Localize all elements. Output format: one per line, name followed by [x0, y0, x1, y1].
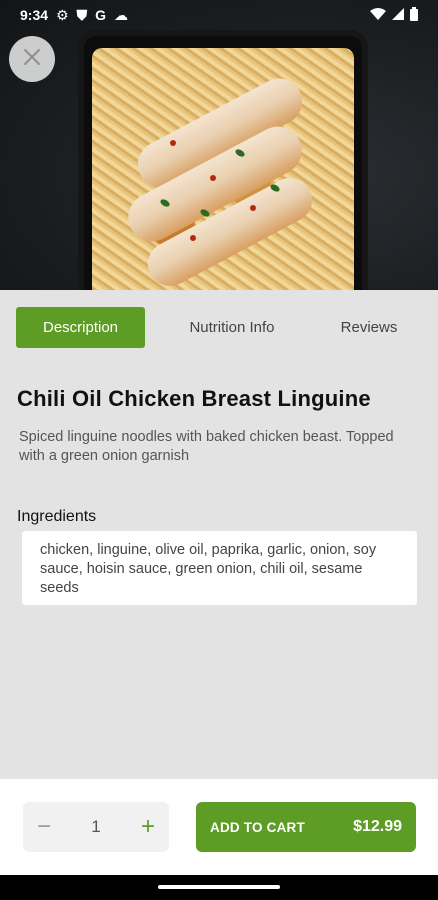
chili-flake	[190, 235, 196, 241]
system-nav-bar	[0, 875, 438, 900]
chili-flake	[210, 175, 216, 181]
tab-description[interactable]: Description	[16, 306, 145, 348]
quantity-stepper: − 1 +	[23, 802, 169, 852]
tab-label: Description	[42, 318, 119, 336]
meal-title: Chili Oil Chicken Breast Linguine	[17, 386, 371, 411]
ingredients-label: Ingredients	[17, 508, 97, 525]
status-bar: 9:34 ⚙ ⛊ G ☁	[0, 0, 438, 30]
ingredients-list: chicken, linguine, olive oil, paprika, g…	[22, 531, 417, 605]
status-time: 9:34	[20, 7, 49, 23]
close-icon	[23, 48, 41, 70]
tab-label: Reviews	[340, 318, 398, 336]
cloud-icon: ☁	[113, 6, 128, 23]
wifi-icon	[370, 7, 386, 23]
price-label: $12.99	[353, 818, 402, 835]
home-gesture-handle[interactable]	[158, 885, 280, 889]
chili-flake	[170, 140, 176, 146]
tab-label: Nutrition Info	[189, 318, 275, 336]
detail-tabs: Description Nutrition Info Reviews	[16, 306, 422, 348]
shield-icon: ⛊	[76, 6, 88, 23]
meal-hero-image	[0, 0, 438, 290]
increment-button[interactable]: +	[141, 815, 155, 839]
close-button[interactable]	[9, 36, 55, 82]
chili-flake	[250, 205, 256, 211]
tab-nutrition-info[interactable]: Nutrition Info	[182, 319, 282, 336]
signal-icon	[392, 7, 404, 23]
add-to-cart-button[interactable]: ADD TO CART $12.99	[196, 802, 416, 852]
add-to-cart-label: ADD TO CART	[210, 819, 305, 835]
meal-description: Spiced linguine noodles with baked chick…	[19, 429, 394, 464]
settings-icon: ⚙	[56, 6, 69, 23]
cart-action-bar: − 1 + ADD TO CART $12.99	[0, 779, 438, 875]
g-icon: G	[95, 7, 106, 23]
tab-reviews[interactable]: Reviews	[334, 319, 404, 336]
battery-icon	[410, 6, 418, 24]
meal-details: Description Nutrition Info Reviews Chili…	[0, 290, 438, 779]
decrement-button[interactable]: −	[37, 815, 51, 839]
quantity-value: 1	[91, 817, 101, 836]
